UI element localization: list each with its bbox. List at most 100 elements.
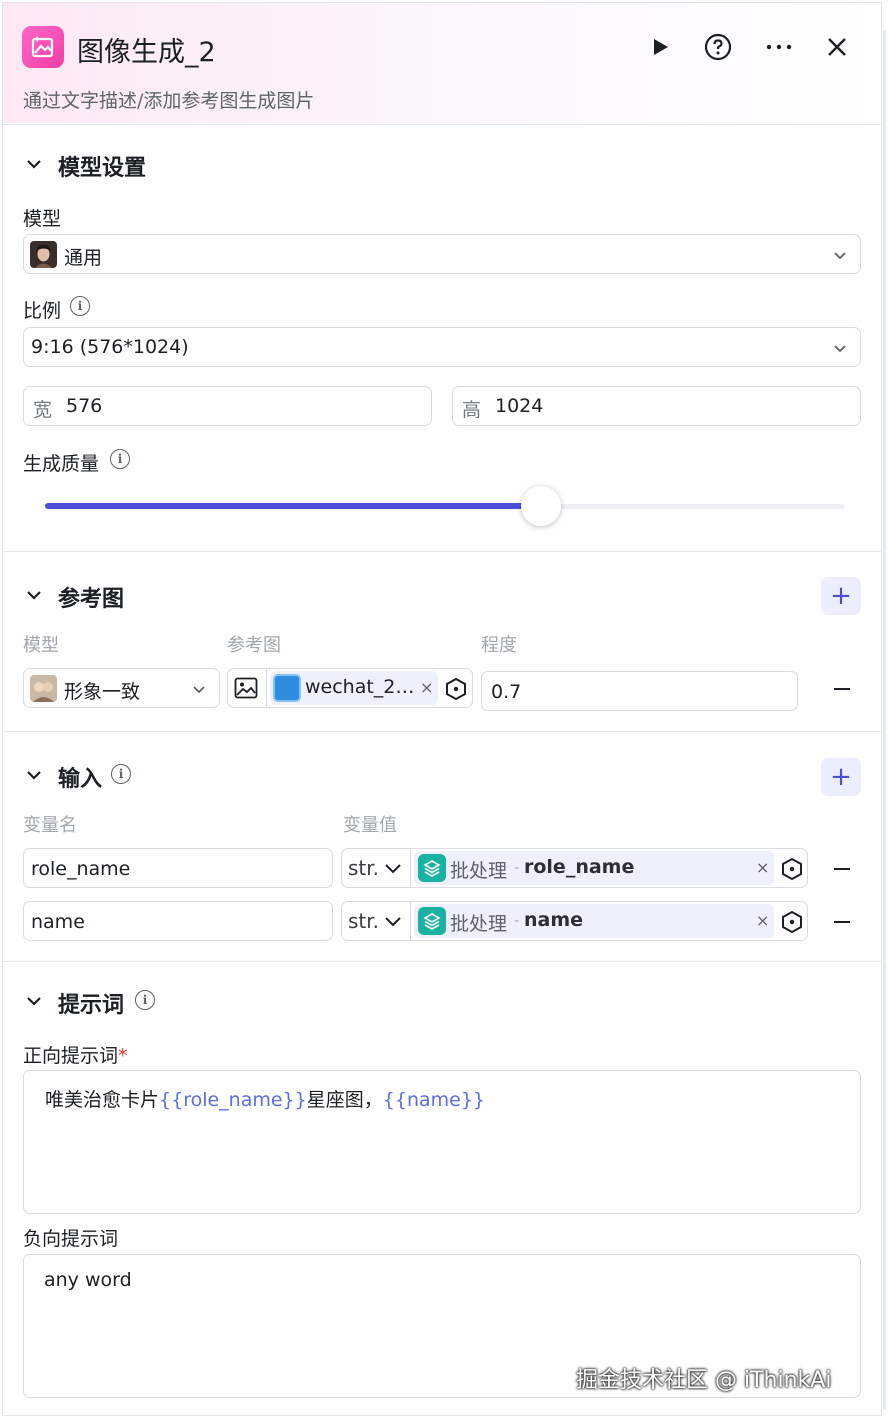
width-input[interactable]: 宽 576	[23, 386, 432, 426]
image-thumbnail	[273, 674, 301, 702]
chevron-down-icon[interactable]	[25, 586, 43, 604]
variable-name-input[interactable]: name	[23, 901, 333, 941]
input-col-name: 变量名	[23, 815, 77, 836]
model-select[interactable]: 通用	[23, 234, 861, 274]
variable-reference-tag[interactable]: 批处理 - role_name ×	[414, 851, 774, 885]
input-col-value: 变量值	[343, 815, 397, 836]
reference-source: 批处理	[450, 913, 508, 935]
more-button[interactable]	[763, 31, 795, 63]
chevron-down-icon	[834, 252, 846, 260]
reference-source: 批处理	[450, 860, 508, 882]
chevron-down-icon[interactable]	[384, 861, 402, 877]
input-title[interactable]: 输入	[58, 761, 102, 793]
height-input[interactable]: 高 1024	[452, 386, 861, 426]
info-icon[interactable]: i	[110, 449, 130, 469]
prompt-text: 星座图，	[306, 1089, 383, 1111]
remove-reference-icon[interactable]: ×	[756, 858, 769, 877]
model-settings-title[interactable]: 模型设置	[58, 150, 146, 182]
quality-slider-fill	[45, 503, 541, 509]
image-icon[interactable]	[234, 677, 258, 699]
divider	[3, 124, 881, 125]
divider	[410, 849, 411, 887]
variable-name-input[interactable]: role_name	[23, 848, 333, 888]
reference-separator: -	[514, 860, 520, 876]
remove-image-icon[interactable]: ×	[420, 678, 433, 697]
reference-field: name	[524, 909, 584, 931]
watermark: 掘金技术社区 @ iThinkAi	[576, 1368, 832, 1393]
divider	[410, 902, 411, 940]
reference-field: role_name	[524, 856, 635, 878]
ref-col-degree: 程度	[481, 635, 517, 656]
run-button[interactable]	[644, 31, 676, 63]
ref-col-model: 模型	[23, 635, 59, 656]
help-button[interactable]	[702, 31, 734, 63]
chevron-down-icon	[193, 686, 205, 694]
degree-input[interactable]: 0.7	[481, 671, 798, 711]
positive-prompt-value: 唯美治愈卡片{{role_name}}星座图，{{name}}	[45, 1085, 485, 1112]
prompt-variable: {{name}}	[382, 1089, 486, 1111]
prompt-variable: {{role_name}}	[159, 1089, 307, 1111]
info-icon[interactable]: i	[70, 296, 90, 316]
variable-name-value: name	[31, 911, 85, 933]
reference-image-tag[interactable]: wechat_2… ×	[270, 671, 438, 705]
info-icon[interactable]: i	[135, 990, 155, 1010]
chevron-down-icon[interactable]	[25, 766, 43, 784]
node-description[interactable]: 通过文字描述/添加参考图生成图片	[23, 86, 314, 113]
reference-title[interactable]: 参考图	[58, 581, 124, 613]
remove-reference-icon[interactable]: ×	[756, 911, 769, 930]
reference-model-select[interactable]: 形象一致	[23, 668, 220, 708]
height-value: 1024	[495, 395, 544, 417]
model-select-value: 通用	[64, 247, 103, 269]
chevron-down-icon	[834, 345, 846, 353]
negative-prompt-label: 负向提示词	[23, 1228, 119, 1250]
divider	[3, 731, 881, 732]
variable-picker-icon[interactable]	[780, 857, 804, 881]
node-settings-panel: 图像生成_2 通过文字描述/添加参考图生成图片 模型设置 模型 通用 比例 i …	[2, 2, 882, 1416]
reference-image-name: wechat_2…	[305, 676, 415, 698]
variable-value-field[interactable]: str. 批处理 - name ×	[341, 901, 808, 941]
type-select-value[interactable]: str.	[348, 909, 379, 933]
close-button[interactable]	[821, 31, 853, 63]
add-input-button[interactable]: +	[821, 758, 861, 796]
variable-reference-tag[interactable]: 批处理 - name ×	[414, 904, 774, 938]
divider	[3, 961, 881, 962]
model-label: 模型	[23, 208, 62, 230]
variable-name-value: role_name	[31, 858, 131, 880]
scrollbar[interactable]	[883, 30, 886, 1410]
quality-slider-handle[interactable]	[521, 486, 561, 526]
remove-input-button[interactable]	[834, 921, 850, 923]
ratio-select[interactable]: 9:16 (576*1024)	[23, 327, 861, 367]
ratio-label: 比例	[23, 300, 62, 322]
ref-col-image: 参考图	[227, 635, 281, 656]
type-select-value[interactable]: str.	[348, 856, 379, 880]
chevron-down-icon[interactable]	[25, 992, 43, 1010]
reference-model-value: 形象一致	[64, 681, 141, 703]
image-generation-icon	[22, 26, 64, 68]
reference-image-field[interactable]: wechat_2… ×	[227, 668, 473, 708]
batch-icon	[418, 907, 446, 935]
required-mark: *	[118, 1045, 128, 1067]
chevron-down-icon[interactable]	[25, 155, 43, 173]
model-avatar	[30, 241, 57, 268]
height-prefix: 高	[462, 399, 482, 421]
reference-separator: -	[514, 913, 520, 929]
positive-prompt-label-text: 正向提示词	[23, 1045, 119, 1067]
node-title[interactable]: 图像生成_2	[77, 30, 216, 69]
reference-model-avatar	[30, 675, 57, 702]
remove-input-button[interactable]	[834, 868, 850, 870]
variable-picker-icon[interactable]	[444, 677, 468, 701]
variable-picker-icon[interactable]	[780, 910, 804, 934]
degree-value: 0.7	[491, 681, 522, 703]
info-icon[interactable]: i	[111, 764, 131, 784]
variable-value-field[interactable]: str. 批处理 - role_name ×	[341, 848, 808, 888]
more-icon	[766, 44, 792, 50]
divider	[266, 669, 267, 707]
play-icon	[654, 39, 668, 55]
add-reference-button[interactable]: +	[821, 577, 861, 615]
remove-reference-button[interactable]	[834, 688, 850, 690]
prompt-text: 唯美治愈卡片	[45, 1089, 160, 1111]
help-icon	[704, 33, 732, 61]
positive-prompt-label: 正向提示词*	[23, 1041, 128, 1068]
chevron-down-icon[interactable]	[384, 914, 402, 930]
prompt-title[interactable]: 提示词	[58, 987, 124, 1019]
